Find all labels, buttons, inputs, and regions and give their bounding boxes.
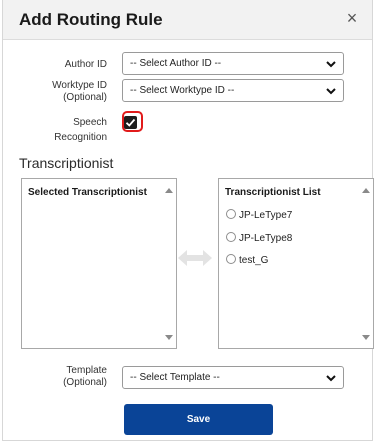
transcriptionist-list-header: Transcriptionist List (225, 187, 321, 198)
list-item-label: test_G (239, 255, 269, 266)
scroll-up-icon[interactable] (362, 188, 370, 193)
selected-transcriptionist-list[interactable]: Selected Transcriptionist (21, 178, 177, 349)
worktype-id-select[interactable]: -- Select Worktype ID -- (122, 79, 344, 102)
radio-button[interactable] (226, 232, 236, 242)
author-id-select[interactable]: -- Select Author ID -- (122, 52, 344, 75)
selected-transcriptionist-header: Selected Transcriptionist (28, 187, 147, 198)
template-selected-value: -- Select Template -- (130, 372, 220, 383)
scroll-down-icon[interactable] (165, 335, 173, 340)
transcriptionist-list[interactable]: Transcriptionist List JP-LeType7 JP-LeTy… (218, 178, 374, 349)
worktype-id-label-line2: (Optional) (63, 92, 107, 103)
dialog-header: Add Routing Rule × (3, 0, 372, 40)
scroll-up-icon[interactable] (165, 188, 173, 193)
transfer-arrows-icon[interactable] (177, 247, 213, 269)
dialog-title: Add Routing Rule (19, 10, 163, 29)
template-label-line1: Template (66, 365, 107, 376)
scroll-down-icon[interactable] (362, 335, 370, 340)
list-item[interactable]: test_G (226, 254, 268, 266)
save-button[interactable]: Save (124, 404, 273, 435)
list-item[interactable]: JP-LeType8 (226, 232, 292, 244)
speech-recognition-checkbox[interactable] (124, 116, 137, 129)
speech-recognition-label-line2: Recognition (54, 132, 107, 143)
radio-button[interactable] (226, 209, 236, 219)
template-select[interactable]: -- Select Template -- (122, 366, 344, 389)
list-item-label: JP-LeType8 (239, 233, 293, 244)
template-label-line2: (Optional) (63, 377, 107, 388)
template-label: Template (Optional) (23, 365, 107, 389)
list-item-label: JP-LeType7 (239, 210, 293, 221)
close-icon[interactable]: × (342, 8, 362, 28)
chevron-down-icon (326, 88, 336, 95)
transcriptionist-section-title: Transcriptionist (19, 155, 114, 171)
worktype-id-selected-value: -- Select Worktype ID -- (130, 85, 235, 96)
speech-recognition-label: Speech Recognition (23, 115, 107, 145)
worktype-id-label: Worktype ID (Optional) (23, 80, 107, 104)
list-item[interactable]: JP-LeType7 (226, 209, 292, 221)
speech-recognition-label-line1: Speech (73, 117, 107, 128)
author-id-label: Author ID (64, 59, 107, 70)
author-id-selected-value: -- Select Author ID -- (130, 58, 222, 69)
chevron-down-icon (326, 61, 336, 68)
radio-button[interactable] (226, 254, 236, 264)
chevron-down-icon (326, 375, 336, 382)
checkmark-icon (125, 118, 136, 127)
worktype-id-label-line1: Worktype ID (52, 80, 107, 91)
add-routing-rule-dialog: Add Routing Rule × Author ID -- Select A… (2, 0, 374, 441)
